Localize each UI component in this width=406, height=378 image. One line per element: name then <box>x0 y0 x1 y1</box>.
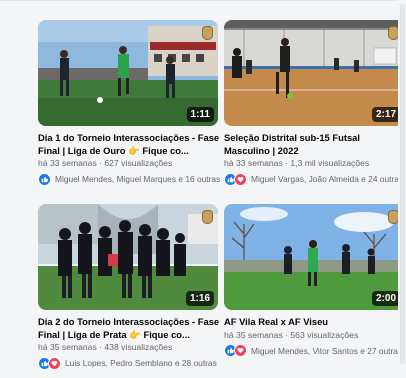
video-meta: há 35 semanas · 438 visualizações <box>38 342 173 353</box>
video-meta: há 35 semanas · 563 visualizações <box>224 329 359 340</box>
reaction-names: Miguel Mendes, Miguel Marques e 16 outra… <box>55 174 221 185</box>
love-icon <box>234 344 247 358</box>
video-card[interactable]: 1:11 Dia 1 do Torneio Interassociações -… <box>38 20 224 186</box>
love-icon <box>48 356 61 370</box>
reaction-names: Miguel Vargas, João Almeida e 24 outras <box>251 174 404 185</box>
video-thumbnail[interactable]: 1:11 <box>38 20 218 126</box>
video-duration: 1:11 <box>186 107 214 122</box>
reactions-row[interactable]: Miguel Vargas, João Almeida e 24 outras <box>224 172 406 186</box>
love-icon <box>234 172 247 186</box>
video-title[interactable]: Dia 1 do Torneio Interassociações - Fase… <box>38 132 220 157</box>
top-divider <box>0 0 406 1</box>
video-duration: 2:00 <box>371 291 400 306</box>
video-card[interactable]: 2:17 Seleção Distrital sub-15 Futsal Mas… <box>224 20 406 186</box>
video-title[interactable]: Dia 2 do Torneio Interassociações - Fase… <box>38 316 220 341</box>
video-thumbnail[interactable]: 2:00 <box>224 204 404 310</box>
like-icon <box>38 172 51 186</box>
video-meta: há 33 semanas · 1,3 mil visualizações <box>224 158 370 169</box>
reaction-names: Luis Lopes, Pedro Semblano e 28 outras <box>65 358 217 369</box>
video-card[interactable]: 2:00 AF Vila Real x AF Viseu há 35 seman… <box>224 204 406 358</box>
video-title[interactable]: AF Vila Real x AF Viseu <box>224 316 406 329</box>
reactions-row[interactable]: Miguel Mendes, Vitor Santos e 27 outras <box>224 344 406 358</box>
video-duration: 1:16 <box>185 291 214 306</box>
scrollbar-thumb[interactable] <box>400 4 405 364</box>
reaction-names: Miguel Mendes, Vitor Santos e 27 outras <box>251 345 403 356</box>
reactions-row[interactable]: Miguel Mendes, Miguel Marques e 16 outra… <box>38 172 224 186</box>
video-card[interactable]: 1:16 Dia 2 do Torneio Interassociações -… <box>38 204 224 370</box>
video-duration: 2:17 <box>371 107 400 122</box>
crest-icon <box>202 210 213 224</box>
reactions-row[interactable]: Luis Lopes, Pedro Semblano e 28 outras <box>38 356 224 370</box>
scrollbar-track[interactable] <box>398 0 406 378</box>
video-thumbnail[interactable]: 1:16 <box>38 204 218 310</box>
crest-icon <box>202 26 213 40</box>
video-meta: há 33 semanas · 627 visualizações <box>38 158 173 169</box>
video-title[interactable]: Seleção Distrital sub-15 Futsal Masculin… <box>224 132 406 157</box>
video-thumbnail[interactable]: 2:17 <box>224 20 404 126</box>
